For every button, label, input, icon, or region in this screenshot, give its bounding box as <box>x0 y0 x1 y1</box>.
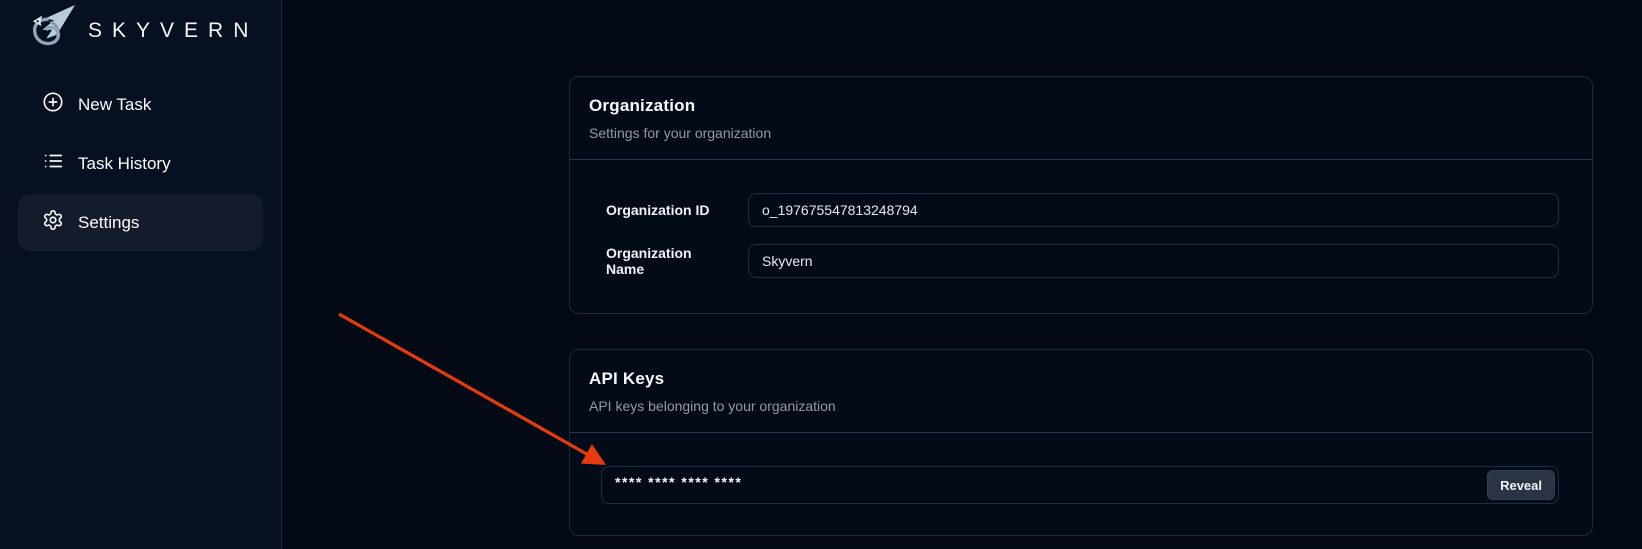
organization-name-row: Organization Name <box>606 244 1559 278</box>
card-subtitle: Settings for your organization <box>589 125 1572 141</box>
sidebar-item-task-history[interactable]: Task History <box>18 135 263 192</box>
brand: SKYVERN <box>0 0 281 58</box>
card-title: Organization <box>589 96 1572 116</box>
brand-name: SKYVERN <box>88 19 258 43</box>
skyvern-dragon-logo-icon <box>28 2 78 59</box>
main-content: Organization Settings for your organizat… <box>282 0 1642 549</box>
sidebar-item-label: New Task <box>78 95 151 115</box>
sidebar-item-new-task[interactable]: New Task <box>18 76 263 133</box>
organization-id-input[interactable] <box>748 193 1559 227</box>
organization-id-label: Organization ID <box>606 202 732 218</box>
api-key-row: Reveal <box>601 466 1559 504</box>
api-keys-card-header: API Keys API keys belonging to your orga… <box>570 350 1592 432</box>
api-keys-card: API Keys API keys belonging to your orga… <box>569 349 1593 536</box>
organization-card-content: Organization ID Organization Name <box>570 160 1592 313</box>
reveal-button[interactable]: Reveal <box>1487 470 1555 500</box>
sidebar-item-label: Settings <box>78 213 139 233</box>
sidebar: SKYVERN New Task Task History <box>0 0 282 549</box>
organization-card: Organization Settings for your organizat… <box>569 76 1593 314</box>
card-subtitle: API keys belonging to your organization <box>589 398 1572 414</box>
api-keys-card-content: Reveal <box>570 433 1592 535</box>
sidebar-item-label: Task History <box>78 154 171 174</box>
gear-icon <box>42 209 64 236</box>
organization-card-header: Organization Settings for your organizat… <box>570 77 1592 159</box>
sidebar-item-settings[interactable]: Settings <box>18 194 263 251</box>
organization-name-label: Organization Name <box>606 245 732 277</box>
card-title: API Keys <box>589 369 1572 389</box>
sidebar-nav: New Task Task History Settings <box>0 76 281 251</box>
list-icon <box>42 150 64 177</box>
circle-plus-icon <box>42 91 64 118</box>
organization-name-input[interactable] <box>748 244 1559 278</box>
organization-id-row: Organization ID <box>606 193 1559 227</box>
api-key-masked-input[interactable] <box>601 466 1559 504</box>
